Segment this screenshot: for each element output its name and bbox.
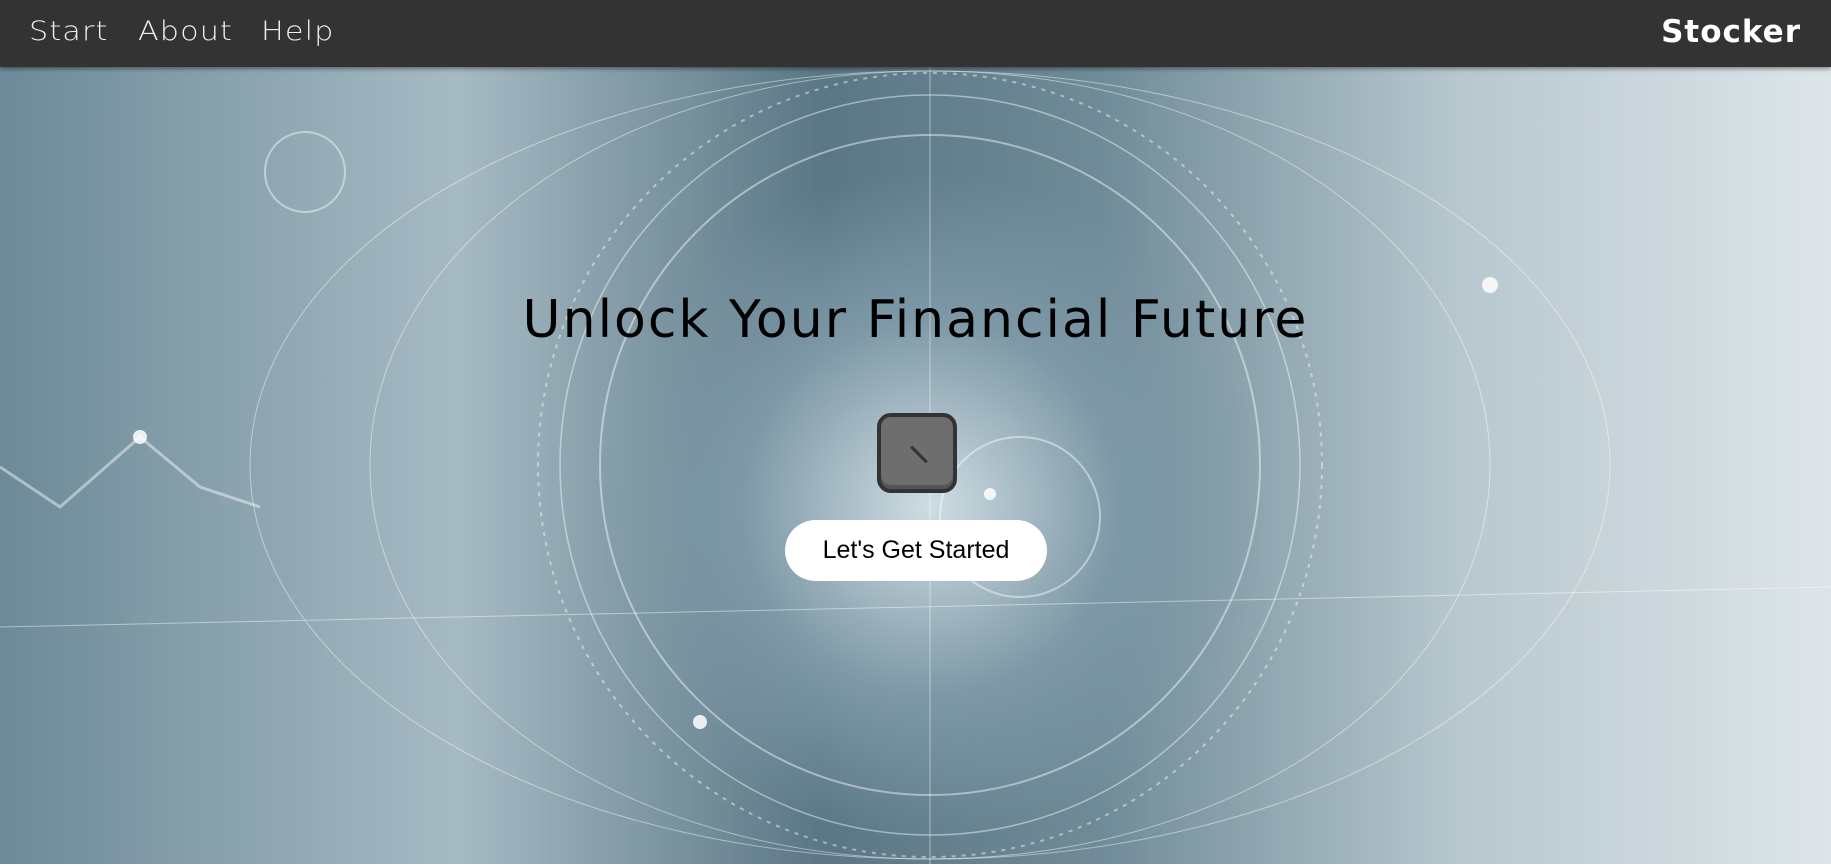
- top-navbar: Start About Help Stocker: [0, 0, 1831, 67]
- spinner-needle: [910, 445, 928, 464]
- hero-title: Unlock Your Financial Future: [522, 290, 1309, 350]
- brand-logo[interactable]: Stocker: [1661, 14, 1801, 50]
- spinner-icon: [877, 413, 957, 493]
- nav-start-link[interactable]: Start: [29, 16, 108, 47]
- get-started-button[interactable]: Let's Get Started: [785, 520, 1047, 581]
- nav-help-link[interactable]: Help: [261, 16, 334, 47]
- nav-about-link[interactable]: About: [138, 16, 233, 47]
